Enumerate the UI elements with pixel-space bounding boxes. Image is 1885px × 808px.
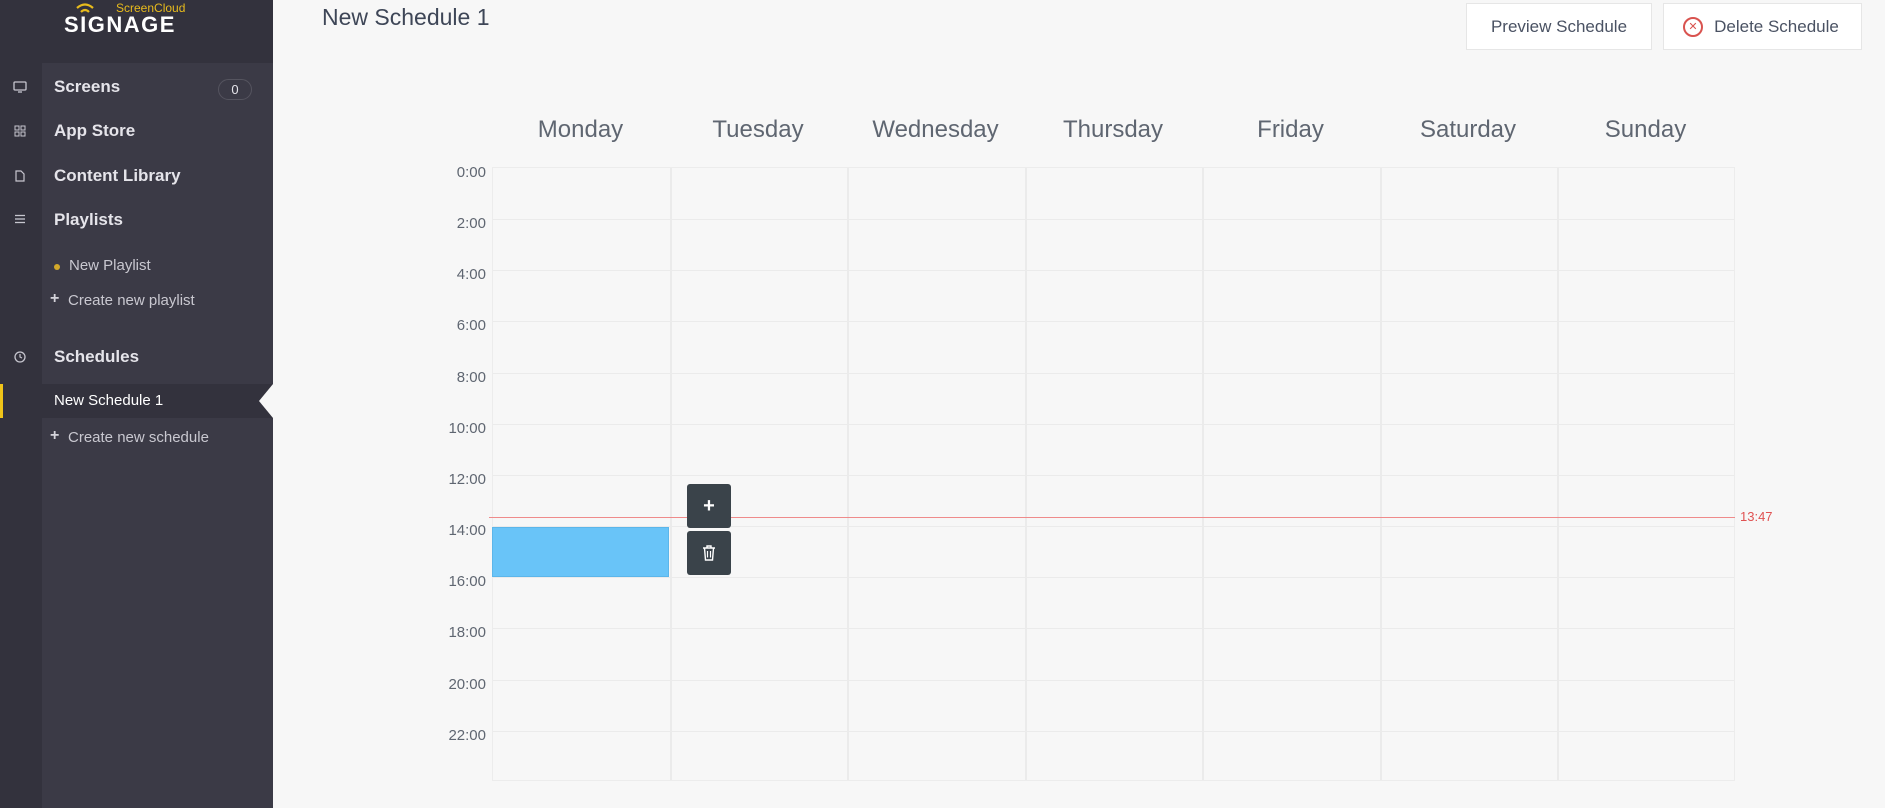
playlist-item[interactable]: New Playlist — [42, 249, 273, 283]
time-label: 0:00 — [456, 164, 486, 181]
time-label: 12:00 — [448, 470, 486, 488]
nav-playlists[interactable]: Playlists — [0, 203, 273, 239]
time-label: 20:00 — [448, 675, 486, 693]
hour-gridline — [493, 730, 1734, 732]
time-label: 2:00 — [456, 215, 486, 233]
grid-icon — [12, 125, 28, 139]
nav-label: Playlists — [54, 210, 123, 229]
page-title: New Schedule 1 — [322, 4, 490, 30]
close-circle-icon: ✕ — [1683, 17, 1703, 37]
week-grid[interactable] — [492, 167, 1735, 781]
preview-schedule-button[interactable]: Preview Schedule — [1466, 3, 1652, 50]
delete-event-button[interactable] — [687, 531, 731, 575]
plus-icon: + — [50, 290, 60, 307]
hour-gridline — [493, 372, 1734, 374]
nav-label: App Store — [54, 121, 136, 140]
hour-gridline — [493, 474, 1734, 476]
hour-gridline — [493, 628, 1734, 630]
day-header-wednesday: Wednesday — [872, 116, 999, 143]
time-label: 18:00 — [448, 624, 486, 642]
create-playlist-label: Create new playlist — [68, 292, 195, 309]
nav-content-library[interactable]: Content Library — [0, 159, 273, 195]
schedule-label: New Schedule 1 — [54, 392, 164, 409]
time-label: 4:00 — [456, 266, 486, 284]
nav-label: Content Library — [54, 166, 181, 185]
current-time-line — [489, 517, 1735, 519]
day-header-tuesday: Tuesday — [712, 116, 804, 143]
hour-gridline — [493, 270, 1734, 272]
list-icon — [12, 214, 28, 228]
day-header-saturday: Saturday — [1419, 116, 1517, 143]
current-time-label: 13:47 — [1740, 509, 1773, 525]
active-indicator — [0, 384, 3, 418]
schedule-item-active[interactable]: New Schedule 1 — [0, 384, 273, 418]
time-label: 22:00 — [448, 726, 486, 744]
create-playlist-link[interactable]: + Create new playlist — [42, 284, 273, 318]
playlist-label: New Playlist — [69, 257, 151, 274]
sidebar: ScreenCloud SIGNAGE Screens 0 App Store … — [0, 0, 273, 808]
time-label: 14:00 — [448, 522, 486, 540]
brand-main: SIGNAGE — [64, 12, 176, 37]
time-label: 10:00 — [448, 419, 486, 437]
time-label: 8:00 — [456, 368, 486, 386]
logo[interactable]: ScreenCloud SIGNAGE — [63, 0, 203, 40]
time-label: 16:00 — [448, 573, 486, 591]
day-header-monday: Monday — [537, 116, 624, 143]
screens-count-badge: 0 — [218, 79, 252, 100]
logo-area: ScreenCloud SIGNAGE — [0, 0, 273, 63]
day-header-sunday: Sunday — [1604, 116, 1687, 143]
nav-screens[interactable]: Screens 0 — [0, 70, 273, 106]
schedule-event[interactable] — [492, 527, 669, 578]
create-schedule-label: Create new schedule — [68, 429, 209, 446]
hour-gridline — [493, 526, 1734, 528]
nav-schedules[interactable]: Schedules — [0, 340, 273, 376]
hour-gridline — [493, 679, 1734, 681]
day-header-thursday: Thursday — [1062, 116, 1164, 143]
hour-gridline — [493, 423, 1734, 425]
hour-gridline — [493, 577, 1734, 579]
hour-gridline — [493, 219, 1734, 221]
status-dot — [54, 264, 60, 270]
add-event-button[interactable]: + — [687, 484, 731, 528]
plus-icon: + — [50, 427, 60, 444]
trash-icon — [703, 545, 715, 561]
day-header-friday: Friday — [1257, 116, 1324, 143]
monitor-icon — [12, 81, 28, 95]
hour-gridline — [493, 321, 1734, 323]
time-label: 6:00 — [456, 317, 486, 335]
file-icon — [12, 170, 28, 184]
nav-label: Screens — [54, 77, 121, 96]
create-schedule-link[interactable]: + Create new schedule — [42, 421, 273, 455]
delete-schedule-button[interactable]: ✕ Delete Schedule — [1663, 3, 1862, 50]
clock-icon — [12, 351, 28, 365]
active-arrow — [259, 384, 273, 418]
nav-label: Schedules — [54, 347, 140, 366]
delete-schedule-label: Delete Schedule — [1714, 17, 1839, 36]
nav-app-store[interactable]: App Store — [0, 114, 273, 150]
